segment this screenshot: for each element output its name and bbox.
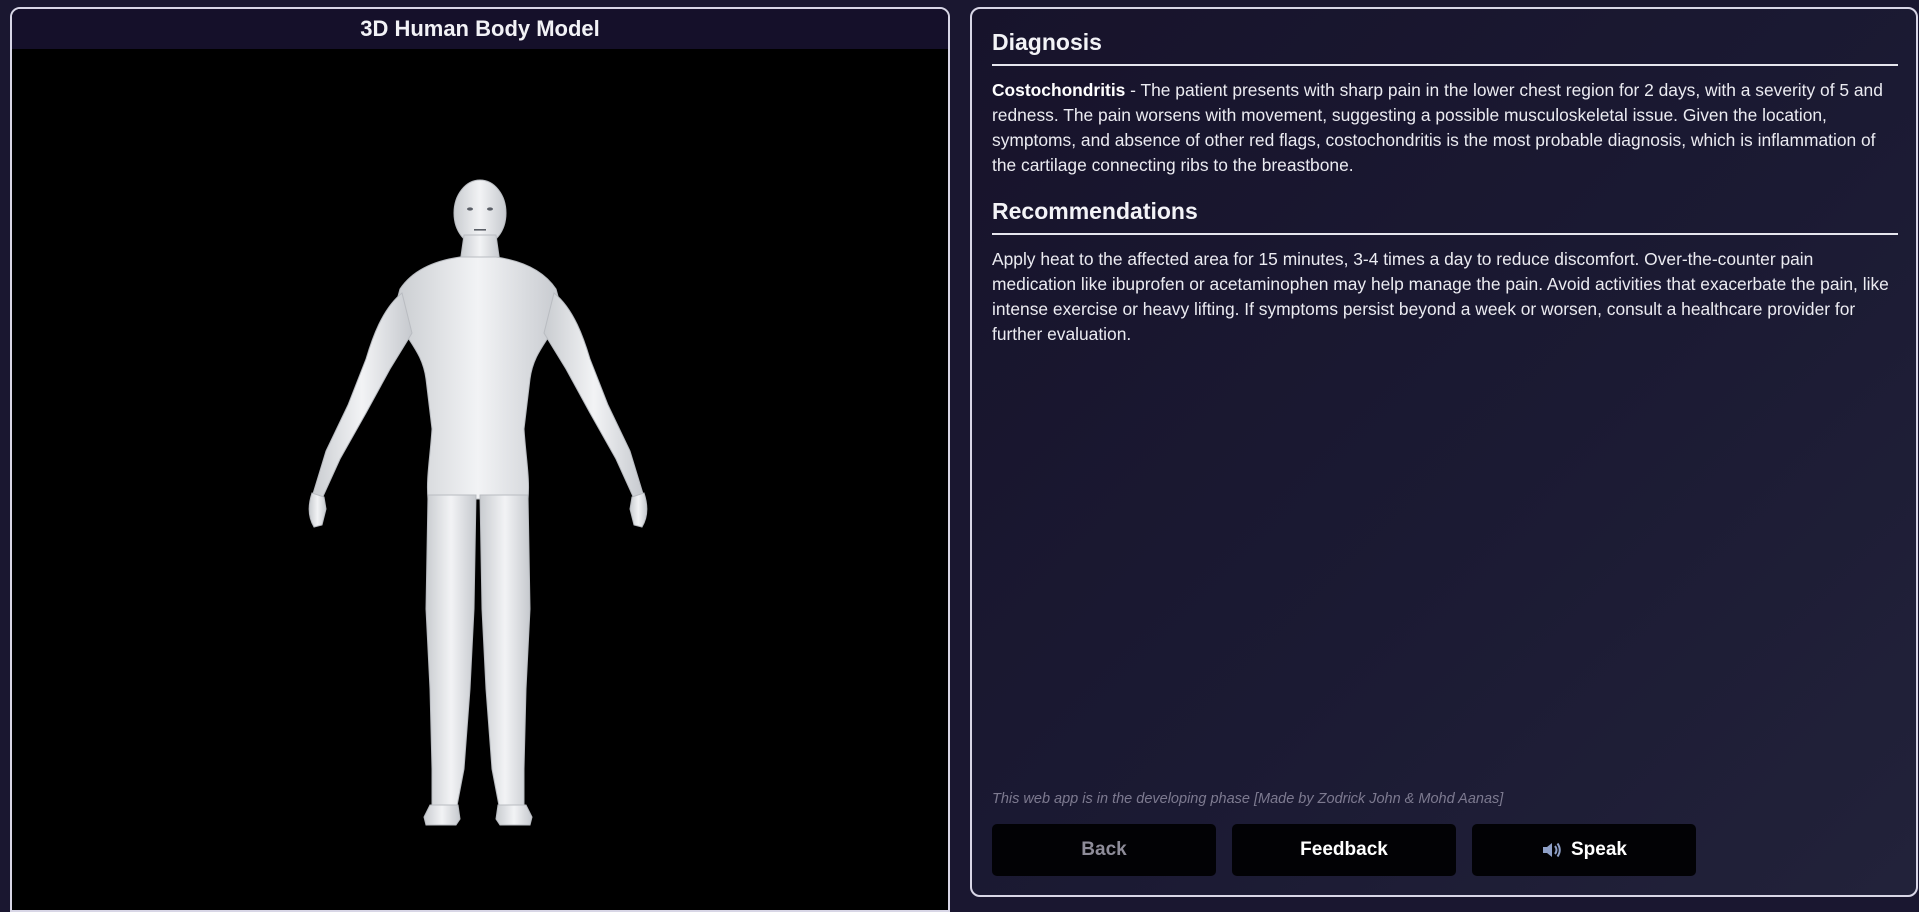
speaker-icon xyxy=(1541,840,1563,860)
left-leg xyxy=(425,494,477,812)
back-button[interactable]: Back xyxy=(992,824,1216,876)
recommendations-text: Apply heat to the affected area for 15 m… xyxy=(992,249,1889,344)
speak-label: Speak xyxy=(1571,839,1627,860)
action-buttons: Back Feedback Speak xyxy=(992,824,1696,876)
torso xyxy=(393,256,563,500)
3d-viewer-canvas[interactable] xyxy=(12,49,948,910)
feedback-button[interactable]: Feedback xyxy=(1232,824,1456,876)
diagnosis-description: - The patient presents with sharp pain i… xyxy=(992,80,1883,175)
right-leg xyxy=(479,494,531,812)
diagnosis-panel: Diagnosis Costochondritis - The patient … xyxy=(970,7,1918,897)
diagnosis-text: Costochondritis - The patient presents w… xyxy=(992,78,1898,178)
left-arm xyxy=(311,292,413,504)
right-arm xyxy=(543,292,645,504)
viewer-title: 3D Human Body Model xyxy=(12,9,948,49)
diagnosis-heading: Diagnosis xyxy=(992,29,1898,66)
right-hand xyxy=(629,492,648,528)
recommendations-heading: Recommendations xyxy=(992,198,1898,235)
left-foot xyxy=(423,804,461,826)
footer-note: This web app is in the developing phase … xyxy=(992,791,1504,807)
body-model-panel: 3D Human Body Model xyxy=(10,7,950,912)
right-foot xyxy=(495,804,533,826)
diagnosis-condition: Costochondritis xyxy=(992,80,1126,100)
human-body-model[interactable] xyxy=(12,49,950,912)
speak-button[interactable]: Speak xyxy=(1472,824,1696,876)
left-hand xyxy=(308,492,327,528)
